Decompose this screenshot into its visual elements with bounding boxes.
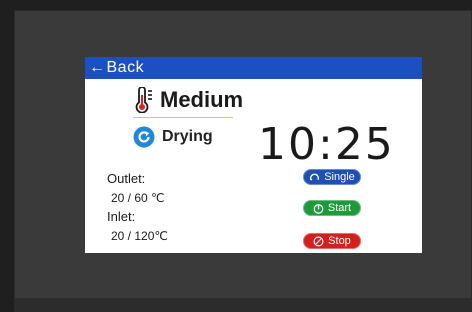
- thermometer-icon: [135, 87, 152, 113]
- stop-button[interactable]: Stop: [303, 233, 361, 249]
- cycle-icon: [309, 173, 320, 181]
- time-display: 10:25: [258, 119, 395, 170]
- prohibited-icon: [313, 236, 324, 246]
- temperature-level: Medium: [131, 86, 243, 114]
- mode-label: Drying: [162, 128, 213, 145]
- temperature-label: Medium: [160, 87, 244, 112]
- power-icon: [313, 203, 324, 214]
- start-label: Start: [327, 202, 352, 214]
- stop-label: Stop: [328, 235, 351, 247]
- single-button[interactable]: Single: [303, 169, 361, 185]
- back-label: Back: [106, 59, 145, 76]
- single-label: Single: [324, 171, 355, 183]
- refresh-icon: [133, 126, 155, 148]
- device-bezel-bottom: [14, 298, 472, 312]
- mode-indicator: Drying: [133, 124, 213, 150]
- outlet-label: Outlet:: [107, 171, 146, 186]
- inlet-value: 20 / 120℃: [111, 229, 168, 243]
- inlet-label: Inlet:: [107, 209, 136, 224]
- top-bar: ← Back: [85, 57, 422, 79]
- touch-screen: ← Back Medium Drying 10:25 Outlet: 20 / …: [85, 57, 422, 253]
- left-arrow-icon: ←: [89, 59, 106, 76]
- outlet-value: 20 / 60 ℃: [111, 191, 165, 205]
- back-button[interactable]: ← Back: [89, 59, 144, 77]
- divider: [133, 117, 233, 118]
- start-button[interactable]: Start: [303, 200, 361, 216]
